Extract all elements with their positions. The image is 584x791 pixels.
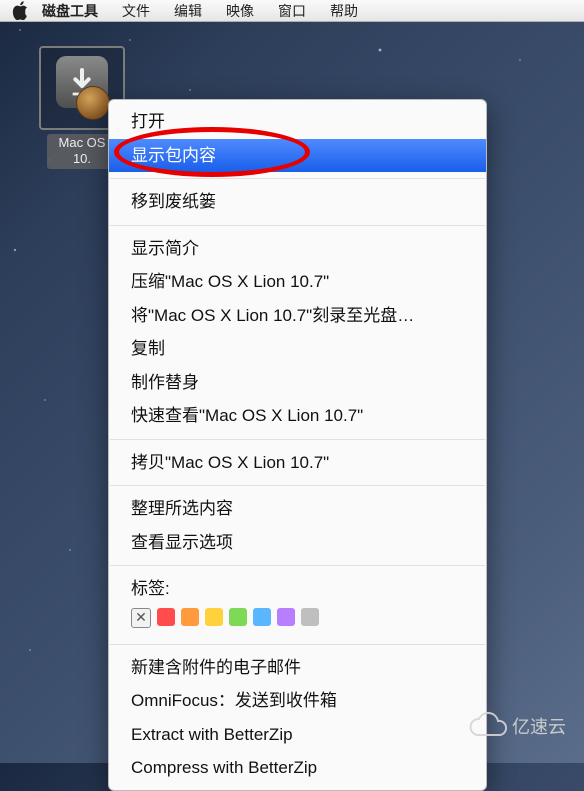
- cm-clean-up-selection[interactable]: 整理所选内容: [109, 492, 486, 526]
- cm-open[interactable]: 打开: [109, 105, 486, 139]
- apple-logo-icon[interactable]: [12, 3, 28, 19]
- menubar-file[interactable]: 文件: [112, 0, 160, 22]
- desktop-icon-label: Mac OS 10.: [47, 134, 117, 169]
- tag-gray[interactable]: [301, 608, 319, 626]
- cm-show-package-contents[interactable]: 显示包内容: [109, 139, 486, 173]
- cm-betterzip-compress[interactable]: Compress with BetterZip: [109, 751, 486, 785]
- menubar-help[interactable]: 帮助: [320, 0, 368, 22]
- cm-move-to-trash[interactable]: 移到废纸篓: [109, 185, 486, 219]
- menubar-window[interactable]: 窗口: [268, 0, 316, 22]
- system-menubar: 磁盘工具 文件 编辑 映像 窗口 帮助: [0, 0, 584, 22]
- watermark: 亿速云: [466, 711, 566, 741]
- cm-duplicate[interactable]: 复制: [109, 332, 486, 366]
- watermark-text: 亿速云: [512, 713, 566, 739]
- cm-tags-row: ✕: [109, 602, 486, 638]
- tag-remove-icon[interactable]: ✕: [131, 608, 151, 628]
- cm-get-info[interactable]: 显示简介: [109, 232, 486, 266]
- cm-separator: [110, 644, 485, 645]
- cm-separator: [110, 439, 485, 440]
- tag-green[interactable]: [229, 608, 247, 626]
- tag-yellow[interactable]: [205, 608, 223, 626]
- cm-new-email-with-attachment[interactable]: 新建含附件的电子邮件: [109, 651, 486, 685]
- cm-separator: [110, 225, 485, 226]
- tag-purple[interactable]: [277, 608, 295, 626]
- context-menu: 打开 显示包内容 移到废纸篓 显示简介 压缩"Mac OS X Lion 10.…: [108, 99, 487, 791]
- menubar-app-name[interactable]: 磁盘工具: [32, 0, 108, 22]
- cm-copy[interactable]: 拷贝"Mac OS X Lion 10.7": [109, 446, 486, 480]
- cm-make-alias[interactable]: 制作替身: [109, 366, 486, 400]
- cm-burn-to-disc[interactable]: 将"Mac OS X Lion 10.7"刻录至光盘…: [109, 299, 486, 333]
- cm-show-view-options[interactable]: 查看显示选项: [109, 526, 486, 560]
- cm-separator: [110, 178, 485, 179]
- cm-separator: [110, 565, 485, 566]
- cm-quick-look[interactable]: 快速查看"Mac OS X Lion 10.7": [109, 399, 486, 433]
- lion-face-icon: [76, 86, 110, 120]
- menubar-edit[interactable]: 编辑: [164, 0, 212, 22]
- cm-tags-label: 标签:: [109, 572, 486, 602]
- tag-red[interactable]: [157, 608, 175, 626]
- cloud-icon: [466, 711, 512, 741]
- icon-label-line2: 10.: [50, 151, 114, 167]
- lion-installer-icon: [50, 56, 114, 120]
- tag-blue[interactable]: [253, 608, 271, 626]
- cm-betterzip-extract[interactable]: Extract with BetterZip: [109, 718, 486, 752]
- cm-compress[interactable]: 压缩"Mac OS X Lion 10.7": [109, 265, 486, 299]
- icon-label-line1: Mac OS: [50, 135, 114, 151]
- tag-orange[interactable]: [181, 608, 199, 626]
- cm-separator: [110, 485, 485, 486]
- menubar-images[interactable]: 映像: [216, 0, 264, 22]
- cm-omnifocus-send[interactable]: OmniFocus：发送到收件箱: [109, 684, 486, 718]
